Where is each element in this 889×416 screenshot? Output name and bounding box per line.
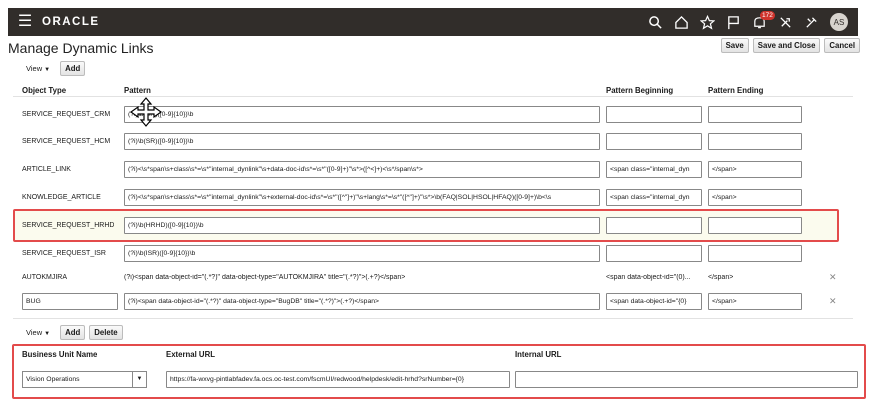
table-row-object-type: KNOWLEDGE_ARTICLE xyxy=(22,194,101,201)
notification-badge: 172 xyxy=(760,11,775,20)
pattern-beginning-field[interactable]: <span class="internal_dyn xyxy=(606,161,702,178)
favorites-star-icon[interactable] xyxy=(696,11,718,33)
pattern-field[interactable]: (?i)\b(SR)([0-9]{10})\b xyxy=(124,106,600,123)
cancel-button[interactable]: Cancel xyxy=(824,38,860,53)
col-object-type: Object Type xyxy=(22,86,67,95)
table-row-object-type: AUTOKMJIRA xyxy=(22,274,67,281)
pattern-ending-text: </span> xyxy=(708,274,734,281)
links-toolbar: View ▼ Add xyxy=(26,61,86,76)
pattern-beginning-text: <span data-object-id="(0)... xyxy=(606,274,691,281)
accessibility-icon[interactable] xyxy=(774,11,796,33)
pattern-field[interactable]: (?i)<\s*span\s+class\s*=\s*"internal_dyn… xyxy=(124,189,600,206)
table-row-object-type: SERVICE_REQUEST_CRM xyxy=(22,111,111,118)
object-type-field[interactable]: BUG xyxy=(22,293,118,310)
business-unit-toolbar: View ▼ Add Delete xyxy=(26,325,123,340)
table-row-object-type: ARTICLE_LINK xyxy=(22,166,71,173)
pattern-ending-field[interactable] xyxy=(708,133,802,150)
global-header: ☰ ORACLE 172 AS xyxy=(8,8,858,36)
pattern-ending-field[interactable] xyxy=(708,245,802,262)
delete-business-unit-button[interactable]: Delete xyxy=(89,325,123,340)
pattern-ending-field[interactable]: </span> xyxy=(708,161,802,178)
save-and-close-button[interactable]: Save and Close xyxy=(752,38,821,53)
col-pattern-ending: Pattern Ending xyxy=(708,86,764,95)
view-menu[interactable]: View ▼ xyxy=(26,328,50,337)
col-pattern-beginning: Pattern Beginning xyxy=(606,86,674,95)
delete-row-icon[interactable]: ✕ xyxy=(829,272,837,283)
pattern-beginning-field[interactable] xyxy=(606,245,702,262)
pattern-beginning-field[interactable] xyxy=(606,133,702,150)
pattern-field[interactable]: (?i)\b(ISR)([0-9]{10})\b xyxy=(124,245,600,262)
table-row-object-type: SERVICE_REQUEST_ISR xyxy=(22,250,106,257)
pattern-ending-field[interactable] xyxy=(708,106,802,123)
flag-icon[interactable] xyxy=(722,11,744,33)
col-pattern: Pattern xyxy=(124,86,151,95)
delete-row-icon[interactable]: ✕ xyxy=(829,296,837,307)
pattern-ending-field[interactable]: </span> xyxy=(708,189,802,206)
add-business-unit-button[interactable]: Add xyxy=(60,325,86,340)
notifications-bell-icon[interactable]: 172 xyxy=(748,11,775,33)
move-cursor-icon xyxy=(130,97,162,127)
pattern-beginning-field[interactable] xyxy=(606,106,702,123)
business-unit-annotation-box xyxy=(12,344,866,399)
pattern-field[interactable]: (?i)<\s*span\s+class\s*=\s*"internal_dyn… xyxy=(124,161,600,178)
pattern-beginning-field[interactable]: <span data-object-id="{0} xyxy=(606,293,702,310)
menu-icon[interactable]: ☰ xyxy=(16,14,34,30)
pattern-ending-field[interactable]: </span> xyxy=(708,293,802,310)
pattern-text: (?i)<span data-object-id="(.*?)" data-ob… xyxy=(124,274,406,281)
search-icon[interactable] xyxy=(644,11,666,33)
pattern-field[interactable]: (?i)\b(SR)([0-9]{10})\b xyxy=(124,133,600,150)
add-link-button[interactable]: Add xyxy=(60,61,86,76)
table-row-object-type: SERVICE_REQUEST_HCM xyxy=(22,138,111,145)
highlight-annotation-box xyxy=(13,209,839,242)
pattern-field[interactable]: (?i)<span data-object-id="(.*?)" data-ob… xyxy=(124,293,600,310)
oracle-logo: ORACLE xyxy=(42,16,100,28)
user-avatar[interactable]: AS xyxy=(830,13,848,31)
save-button[interactable]: Save xyxy=(720,38,749,53)
tools-icon[interactable] xyxy=(800,11,822,33)
home-icon[interactable] xyxy=(670,11,692,33)
pattern-beginning-field[interactable]: <span class="internal_dyn xyxy=(606,189,702,206)
page-title: Manage Dynamic Links xyxy=(8,40,154,56)
view-menu[interactable]: View ▼ xyxy=(26,64,50,73)
